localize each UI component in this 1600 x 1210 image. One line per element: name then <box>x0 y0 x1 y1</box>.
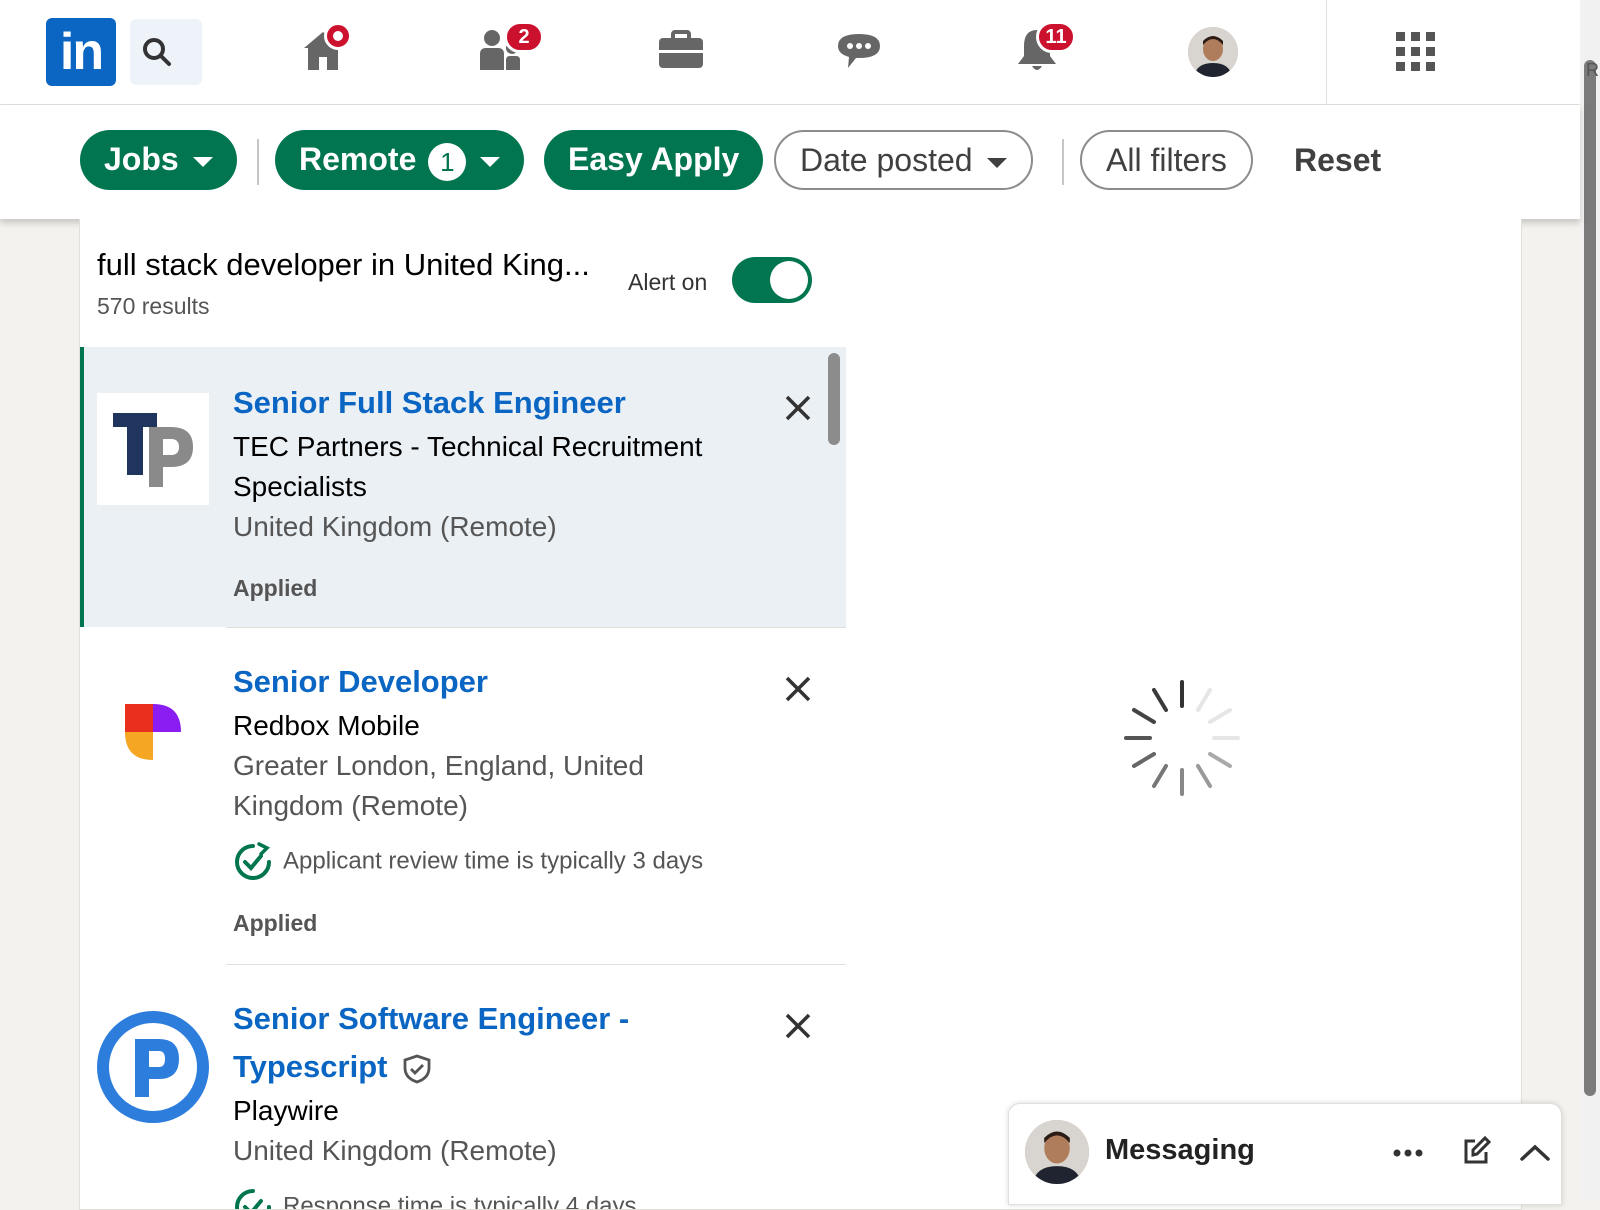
job-company: Redbox Mobile <box>233 710 420 741</box>
search-title: full stack developer in United King... <box>97 247 590 282</box>
remote-filter-label: Remote <box>299 141 417 177</box>
job-status: Applied <box>233 575 318 601</box>
search-icon <box>143 38 171 66</box>
job-location: Greater London, England, United Kingdom … <box>233 750 644 821</box>
job-alert-toggle[interactable] <box>732 257 812 303</box>
avatar[interactable] <box>1188 27 1238 77</box>
list-scrollbar-thumb[interactable] <box>828 353 840 445</box>
all-filters-label: All filters <box>1106 142 1227 178</box>
job-title[interactable]: Senior Developer <box>233 658 663 706</box>
easy-apply-label: Easy Apply <box>568 141 740 177</box>
avatar <box>1025 1120 1089 1184</box>
nav-messaging[interactable] <box>834 24 890 78</box>
jobs-icon <box>659 30 703 68</box>
chevron-up-icon[interactable] <box>1519 1142 1551 1162</box>
remote-filter-count: 1 <box>428 142 467 181</box>
reset-button[interactable]: Reset <box>1294 130 1381 190</box>
filter-bar: Jobs Remote 1 Easy Apply Date posted All … <box>0 105 1580 219</box>
job-company: TEC Partners - Technical Recruitment Spe… <box>233 431 703 502</box>
job-title[interactable]: Senior Software Engineer - Typescript <box>233 995 663 1091</box>
caret-down-icon <box>192 156 213 167</box>
close-icon[interactable] <box>783 1011 813 1041</box>
job-alert-label: Alert on <box>628 269 708 295</box>
job-card-1[interactable]: Senior Full Stack Engineer TEC Partners … <box>80 347 846 627</box>
response-time-icon <box>235 1189 271 1209</box>
search-button[interactable] <box>130 19 202 85</box>
nav-notifications[interactable]: 11 <box>1012 21 1076 78</box>
messaging-icon <box>838 34 880 68</box>
messaging-title[interactable]: Messaging <box>1105 1134 1255 1167</box>
toggle-knob <box>770 261 808 299</box>
close-icon[interactable] <box>783 393 813 423</box>
profile-photo <box>1025 1120 1089 1184</box>
job-card-2[interactable]: Senior Developer Redbox Mobile Greater L… <box>80 628 846 964</box>
remote-filter-button[interactable]: Remote 1 <box>275 130 525 190</box>
job-location: United Kingdom (Remote) <box>233 511 557 542</box>
more-options-icon[interactable] <box>1393 1148 1423 1158</box>
profile-photo <box>1188 27 1238 77</box>
date-posted-label: Date posted <box>800 142 973 178</box>
job-location: United Kingdom (Remote) <box>233 1135 557 1166</box>
review-time-icon <box>235 842 271 880</box>
clipped-nav-label: R <box>1586 60 1599 80</box>
notifications-badge: 11 <box>1036 21 1076 53</box>
apps-grid-icon[interactable] <box>1396 32 1436 72</box>
nav-home[interactable] <box>298 22 354 78</box>
filter-separator <box>257 139 259 185</box>
job-results-list: full stack developer in United King... 5… <box>79 219 847 1210</box>
jobs-filter-button[interactable]: Jobs <box>80 130 237 190</box>
playwire-logo <box>97 1011 209 1123</box>
network-badge: 2 <box>504 21 544 53</box>
jobs-filter-label: Jobs <box>104 141 179 177</box>
home-badge <box>324 22 352 50</box>
results-header: full stack developer in United King... 5… <box>80 219 846 348</box>
all-filters-button[interactable]: All filters <box>1080 130 1253 190</box>
results-count: 570 results <box>97 293 210 319</box>
job-insight-text: Response time is typically 4 days <box>283 1192 637 1210</box>
filter-separator <box>1062 139 1064 185</box>
job-insight: Applicant review time is typically 3 day… <box>233 842 703 882</box>
nav-divider <box>1326 0 1327 104</box>
nav-my-network[interactable]: 2 <box>478 21 544 78</box>
job-company: Playwire <box>233 1095 339 1126</box>
job-insight-text: Applicant review time is typically 3 day… <box>283 847 704 875</box>
messaging-overlay[interactable]: Messaging <box>1008 1103 1562 1205</box>
tec-partners-logo <box>97 393 209 505</box>
job-title[interactable]: Senior Full Stack Engineer <box>233 379 663 427</box>
job-card-3[interactable]: Senior Software Engineer - Typescript Pl… <box>80 965 846 1210</box>
caret-down-icon <box>480 156 501 167</box>
verified-shield-icon <box>403 1054 431 1084</box>
easy-apply-filter-button[interactable]: Easy Apply <box>544 130 764 190</box>
redbox-mobile-logo <box>97 674 209 786</box>
compose-icon[interactable] <box>1461 1136 1491 1166</box>
caret-down-icon <box>986 157 1007 168</box>
close-icon[interactable] <box>783 674 813 704</box>
page-scrollbar-thumb[interactable] <box>1584 60 1596 1096</box>
job-insight: Response time is typically 4 days <box>233 1187 637 1210</box>
global-nav: in 2 11 <box>0 0 1580 105</box>
job-status: Applied <box>233 910 318 936</box>
nav-jobs[interactable] <box>656 24 712 78</box>
page-scrollbar[interactable] <box>1582 0 1600 1200</box>
date-posted-filter-button[interactable]: Date posted <box>774 130 1033 190</box>
linkedin-logo[interactable]: in <box>46 18 116 86</box>
loading-spinner-icon <box>1124 680 1240 796</box>
